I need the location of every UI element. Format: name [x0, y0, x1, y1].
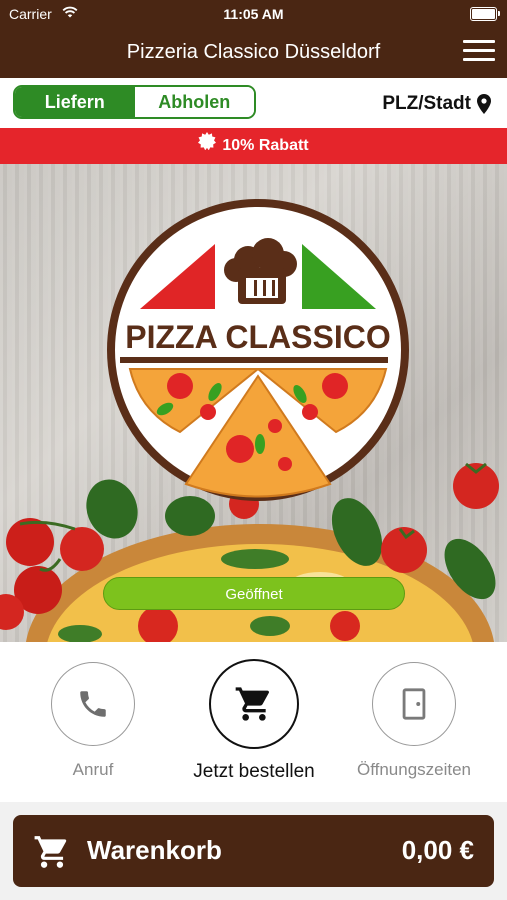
battery-icon: [470, 7, 500, 21]
door-icon: [402, 688, 426, 720]
action-row: Anruf Jetzt bestellen Öffnungszeiten: [0, 642, 507, 802]
open-status-badge: Geöffnet: [103, 577, 405, 610]
status-bar: Carrier 11:05 AM: [0, 0, 507, 28]
deliver-option[interactable]: Liefern: [15, 87, 135, 117]
order-now-label: Jetzt bestellen: [193, 761, 315, 782]
call-label: Anruf: [72, 760, 114, 779]
order-now-button[interactable]: Jetzt bestellen: [174, 659, 334, 783]
pickup-option[interactable]: Abholen: [134, 87, 254, 117]
logo-text: PIZZA CLASSICO: [125, 319, 390, 355]
cart-bar[interactable]: Warenkorb 0,00 €: [13, 815, 494, 887]
hamburger-menu-icon[interactable]: [463, 40, 495, 64]
cart-total: 0,00 €: [401, 835, 474, 865]
discount-text: 10% Rabatt: [222, 137, 309, 155]
discount-badge-icon: [198, 128, 217, 164]
cart-icon: [235, 687, 269, 721]
opening-hours-label: Öffnungszeiten: [356, 760, 472, 779]
cart-icon: [34, 836, 67, 868]
discount-banner: 10% Rabatt: [0, 128, 507, 164]
hero-banner: PIZZA CLASSICO Geöffnet: [0, 164, 507, 642]
location-label: PLZ/Stadt: [382, 93, 471, 114]
pizza-scene-image: PIZZA CLASSICO: [0, 199, 499, 642]
cart-label: Warenkorb: [87, 835, 222, 865]
delivery-mode-toggle: Liefern Abholen: [13, 85, 256, 119]
clock: 11:05 AM: [223, 6, 284, 22]
call-button[interactable]: Anruf: [13, 662, 173, 780]
nav-bar: Pizzeria Classico Düsseldorf: [0, 28, 507, 78]
location-selector[interactable]: PLZ/Stadt: [382, 93, 491, 115]
mode-bar: Liefern Abholen PLZ/Stadt: [0, 78, 507, 128]
opening-hours-button[interactable]: Öffnungszeiten: [334, 662, 494, 780]
phone-icon: [80, 691, 106, 717]
map-pin-icon: [477, 94, 491, 114]
page-title: Pizzeria Classico Düsseldorf: [126, 41, 381, 63]
